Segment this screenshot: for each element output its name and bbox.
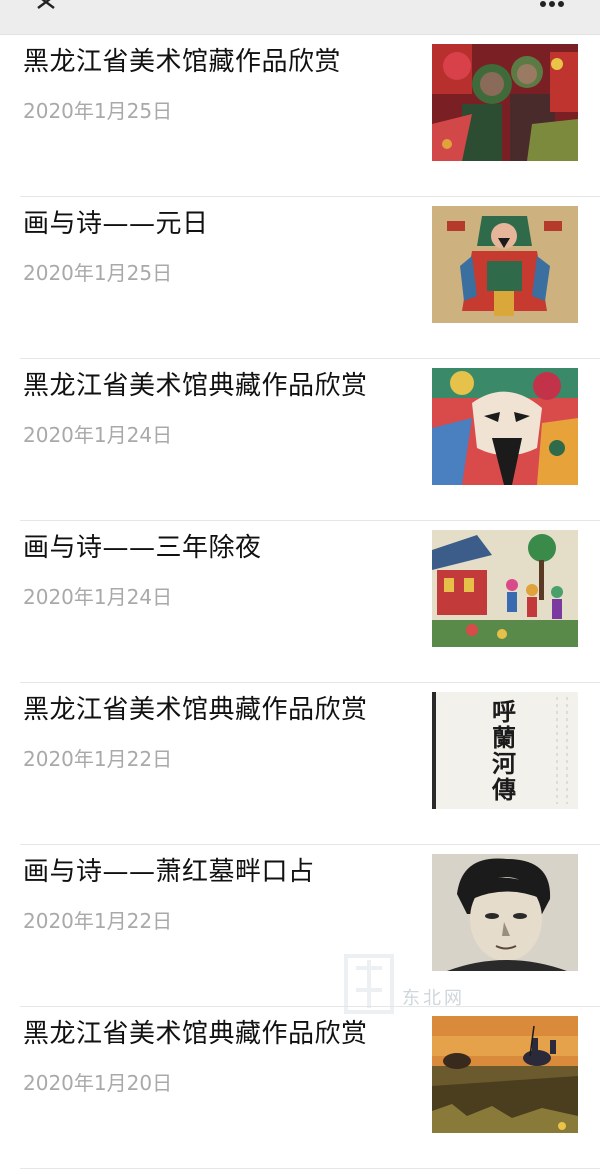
article-item[interactable]: 黑龙江省美术馆藏作品欣赏 2020年1月25日 — [0, 35, 600, 197]
article-title: 黑龙江省美术馆藏作品欣赏 — [23, 47, 342, 77]
article-date: 2020年1月20日 — [23, 1071, 173, 1095]
article-date: 2020年1月24日 — [23, 423, 173, 447]
calligraphy-thumbnail[interactable]: 呼 蘭 河 傳 — [432, 692, 578, 809]
article-title: 黑龙江省美术馆典藏作品欣赏 — [23, 695, 368, 725]
article-item[interactable]: 黑龙江省美术馆典藏作品欣赏 2020年1月24日 — [0, 359, 600, 521]
article-list: 黑龙江省美术馆藏作品欣赏 2020年1月25日 画与诗——元日 2020年1月2… — [0, 35, 600, 1169]
festival-scene-thumbnail[interactable] — [432, 530, 578, 647]
article-item[interactable]: 画与诗——三年除夜 2020年1月24日 — [0, 521, 600, 683]
article-date: 2020年1月22日 — [23, 747, 173, 771]
article-date: 2020年1月25日 — [23, 99, 173, 123]
article-item[interactable]: 画与诗——元日 2020年1月25日 — [0, 197, 600, 359]
calligraphy-char: 蘭 — [492, 724, 516, 752]
article-title: 画与诗——萧红墓畔口占 — [23, 857, 315, 887]
close-icon — [37, 0, 55, 9]
more-dots-icon — [540, 1, 564, 7]
article-title: 黑龙江省美术馆典藏作品欣赏 — [23, 371, 368, 401]
opera-mask-thumbnail[interactable] — [432, 368, 578, 485]
article-date: 2020年1月25日 — [23, 261, 173, 285]
calligraphy-char: 呼 — [492, 698, 516, 726]
article-item[interactable]: 画与诗——萧红墓畔口占 2020年1月22日 — [0, 845, 600, 1007]
close-button[interactable] — [32, 0, 62, 20]
grassland-riders-thumbnail[interactable] — [432, 1016, 578, 1133]
article-title: 画与诗——三年除夜 — [23, 533, 262, 563]
top-navigation-bar — [0, 0, 600, 35]
article-title: 画与诗——元日 — [23, 209, 209, 239]
door-god-thumbnail[interactable] — [432, 206, 578, 323]
article-item[interactable]: 黑龙江省美术馆典藏作品欣赏 2020年1月22日 呼 蘭 河 傳 — [0, 683, 600, 845]
watermark-text: 东北网 — [402, 988, 465, 1009]
article-title: 黑龙江省美术馆典藏作品欣赏 — [23, 1019, 368, 1049]
woodcut-figures-thumbnail[interactable] — [432, 44, 578, 161]
more-options-button[interactable] — [538, 0, 570, 8]
calligraphy-char: 傳 — [491, 776, 516, 804]
article-date: 2020年1月24日 — [23, 585, 173, 609]
article-item[interactable]: 黑龙江省美术馆典藏作品欣赏 2020年1月20日 — [0, 1007, 600, 1169]
calligraphy-char: 河 — [492, 750, 516, 778]
article-date: 2020年1月22日 — [23, 909, 173, 933]
